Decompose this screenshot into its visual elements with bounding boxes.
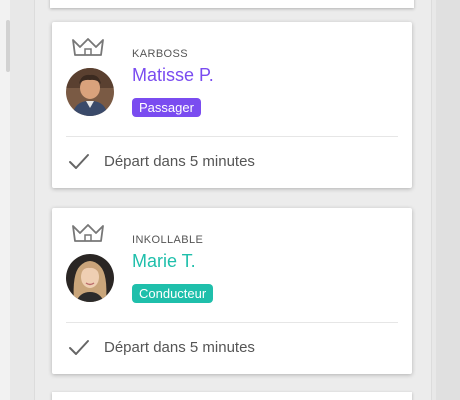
role-badge: Conducteur — [132, 284, 214, 303]
right-gutter — [436, 0, 460, 400]
nickname: INKOLLABLE — [132, 234, 204, 246]
scrollbar-thumb[interactable] — [6, 20, 10, 72]
ride-card[interactable]: KARBOSS Matisse P. Passager Départ dans … — [52, 22, 412, 188]
check-icon — [69, 340, 89, 355]
divider — [66, 136, 398, 137]
card-partial-bottom[interactable] — [52, 392, 412, 400]
divider — [66, 322, 398, 323]
user-name[interactable]: Marie T. — [132, 251, 196, 272]
avatar[interactable] — [66, 68, 114, 116]
card-partial-top[interactable] — [50, 0, 414, 8]
ride-card[interactable]: INKOLLABLE Marie T. Conducteur Départ da… — [52, 208, 412, 374]
crown-icon — [72, 224, 104, 242]
status-text: Départ dans 5 minutes — [104, 153, 255, 170]
check-icon — [69, 154, 89, 169]
status-text: Départ dans 5 minutes — [104, 339, 255, 356]
avatar[interactable] — [66, 254, 114, 302]
user-name[interactable]: Matisse P. — [132, 65, 214, 86]
role-badge: Passager — [132, 98, 201, 117]
crown-icon — [72, 38, 104, 56]
nickname: KARBOSS — [132, 48, 188, 60]
